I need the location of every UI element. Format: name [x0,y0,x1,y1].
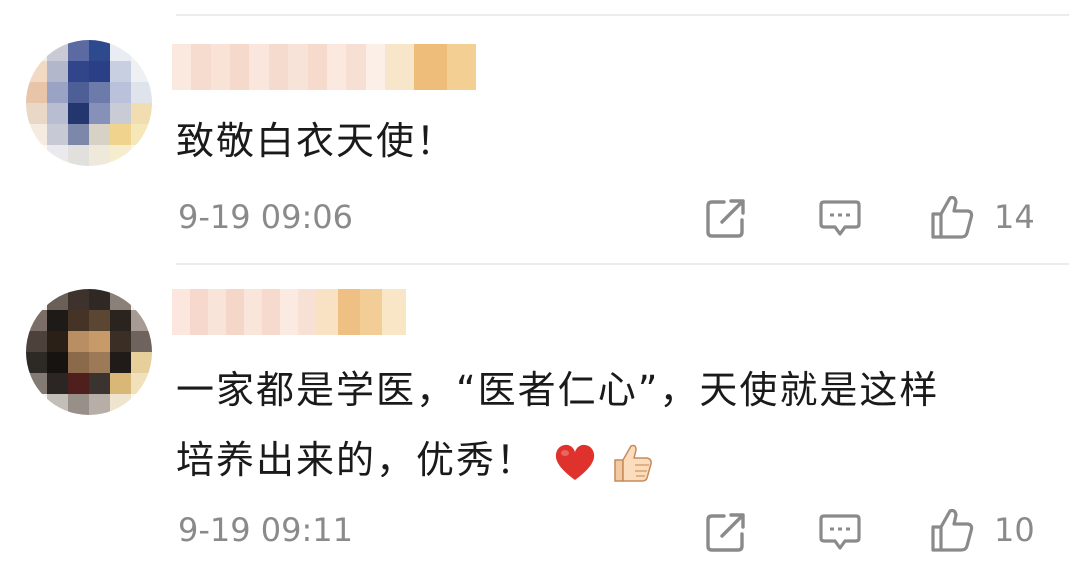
comment-text-line: 一家都是学医，“医者仁心”，天使就是这样 [176,368,940,412]
comment-text: 一家都是学医，“医者仁心”，天使就是这样 培养出来的，优秀！ [176,355,1046,495]
timestamp: 9-19 09:06 [178,198,354,236]
timestamp: 9-19 09:11 [178,511,354,549]
share-icon[interactable] [704,510,748,554]
comment-text-line-with-emoji: 培养出来的，优秀！ [176,425,1046,495]
like-count: 10 [994,511,1035,549]
comment-text-line: 培养出来的，优秀！ [176,438,537,482]
comment-text: 致敬白衣天使！ [176,119,457,163]
comment-item: 一家都是学医，“医者仁心”，天使就是这样 培养出来的，优秀！ 9-19 09:1… [0,265,1069,567]
like-icon[interactable] [929,194,975,240]
thumbs-up-emoji [614,444,653,482]
comment-item: 致敬白衣天使！ 9-19 09:06 14 [0,0,1069,265]
reply-icon[interactable] [818,510,862,554]
heart-emoji [555,444,595,480]
reply-icon[interactable] [818,196,862,240]
avatar[interactable] [26,40,152,166]
like-icon[interactable] [929,507,975,553]
avatar[interactable] [26,289,152,415]
like-count: 14 [994,198,1035,236]
share-icon[interactable] [704,196,748,240]
username-blurred[interactable] [172,44,476,90]
username-blurred[interactable] [172,289,406,335]
